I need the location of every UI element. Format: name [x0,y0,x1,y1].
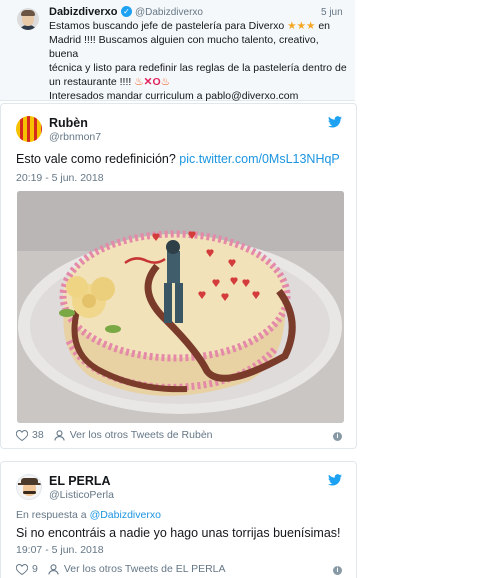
more-tweets-link[interactable]: Ver los otros Tweets de Rubèn [70,429,213,441]
like-count[interactable]: 38 [32,429,44,441]
tweet-card[interactable]: Rubèn @rbnmon7 Esto vale como redefinici… [0,103,357,449]
quoted-tweet[interactable]: Dabizdiverxo ✓ @Dabizdiverxo 5 jun Estam… [0,0,355,102]
timestamp[interactable]: 20:19 - 5 jun. 2018 [16,172,104,184]
tweet-date[interactable]: 5 jun [321,7,343,18]
avatar[interactable] [17,8,39,30]
author-name[interactable]: EL PERLA [49,474,111,488]
twitter-bird-icon[interactable] [328,116,342,128]
more-tweets-link[interactable]: Ver los otros Tweets de EL PERLA [64,563,226,575]
fire-icon: ♨ [160,76,171,88]
ring-icon: O [152,76,161,88]
cake-photo [17,191,344,423]
person-icon [53,429,65,441]
avatar[interactable] [16,116,42,142]
fire-icon: ♨ [134,76,144,88]
star-icon: ★ [296,20,306,32]
avatar[interactable] [16,474,42,500]
author-name[interactable]: Rubèn [49,116,88,130]
tweet-text: Esto vale como redefinición? pic.twitter… [16,152,340,166]
timestamp[interactable]: 19:07 - 5 jun. 2018 [16,544,104,556]
tweet-photo[interactable] [17,191,344,423]
tweet-card[interactable]: EL PERLA @ListicoPerla En respuesta a @D… [0,461,357,578]
author-handle[interactable]: @Dabizdiverxo [135,7,203,18]
author-name[interactable]: Dabizdiverxo [49,6,117,18]
heart-icon[interactable] [16,429,28,441]
reply-handle-link[interactable]: @Dabizdiverxo [90,509,161,521]
star-icon: ★ [287,20,297,32]
heart-icon[interactable] [16,563,28,575]
verified-icon: ✓ [121,6,132,17]
info-icon[interactable]: i [333,566,342,575]
twitter-bird-icon[interactable] [328,474,342,486]
info-icon[interactable]: i [333,432,342,441]
tweet-actions: 38 Ver los otros Tweets de Rubèn [16,429,213,441]
star-icon: ★ [305,20,316,32]
author-handle[interactable]: @rbnmon7 [49,131,101,143]
person-icon [48,563,59,575]
tweet-actions: 9 Ver los otros Tweets de EL PERLA [16,563,226,575]
reply-context: En respuesta a @Dabizdiverxo [16,509,161,521]
photo-link[interactable]: pic.twitter.com/0MsL13NHqP [179,152,339,166]
author-handle[interactable]: @ListicoPerla [49,489,114,501]
tweet-text: Si no encontráis a nadie yo hago unas to… [16,526,341,540]
like-count[interactable]: 9 [32,563,38,575]
tweet-text: Estamos buscando jefe de pastelería para… [49,20,347,102]
